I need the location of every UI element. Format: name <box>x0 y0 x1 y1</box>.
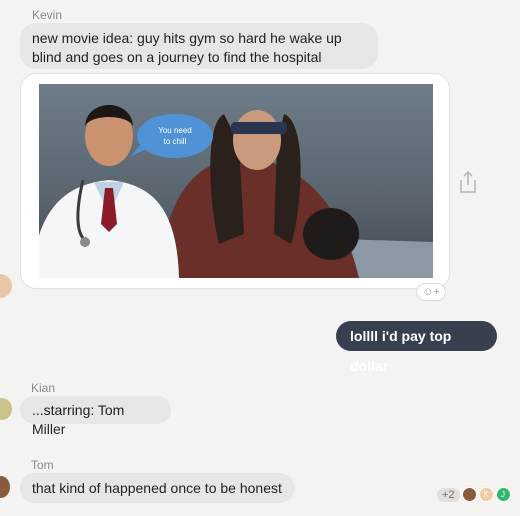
message-text: new movie idea: guy hits gym so hard he … <box>32 30 342 65</box>
message-bubble-tom[interactable]: that kind of happened once to be honest <box>20 473 295 503</box>
speech-text-line1: You need <box>158 126 192 135</box>
emoji-plus-icon: ☺+ <box>422 286 440 298</box>
seen-by-extra-count: +2 <box>437 487 460 502</box>
image-attachment-card[interactable]: You need to chill <box>20 73 450 289</box>
message-bubble-kevin[interactable]: new movie idea: guy hits gym so hard he … <box>20 23 378 69</box>
seen-avatar-k: K <box>478 487 494 502</box>
sender-name-tom: Tom <box>31 458 54 472</box>
add-reaction-button[interactable]: ☺+ <box>416 283 446 301</box>
avatar-tom[interactable] <box>0 476 10 498</box>
speech-bubble <box>137 114 213 158</box>
blindfold <box>231 122 287 134</box>
share-icon[interactable] <box>457 170 479 194</box>
speech-text-line2: to chill <box>164 137 187 146</box>
message-bubble-kian[interactable]: ...starring: Tom Miller <box>20 396 171 437</box>
message-text: that kind of happened once to be honest <box>32 480 282 496</box>
message-bubble-outgoing[interactable]: lollll i'd pay top dollar <box>336 321 497 374</box>
seen-avatar-photo <box>461 487 477 502</box>
meme-image[interactable]: You need to chill <box>39 84 433 278</box>
message-text: lollll i'd pay top dollar <box>350 328 452 374</box>
seen-avatar-j: J <box>495 487 511 502</box>
seen-by-indicator[interactable]: +2 K J <box>437 487 511 502</box>
avatar-kian[interactable] <box>0 398 12 420</box>
sender-name-kian: Kian <box>31 381 56 395</box>
message-text: ...starring: Tom Miller <box>32 402 125 437</box>
sender-name-kevin: Kevin <box>32 8 63 22</box>
avatar-kevin[interactable] <box>0 274 12 298</box>
